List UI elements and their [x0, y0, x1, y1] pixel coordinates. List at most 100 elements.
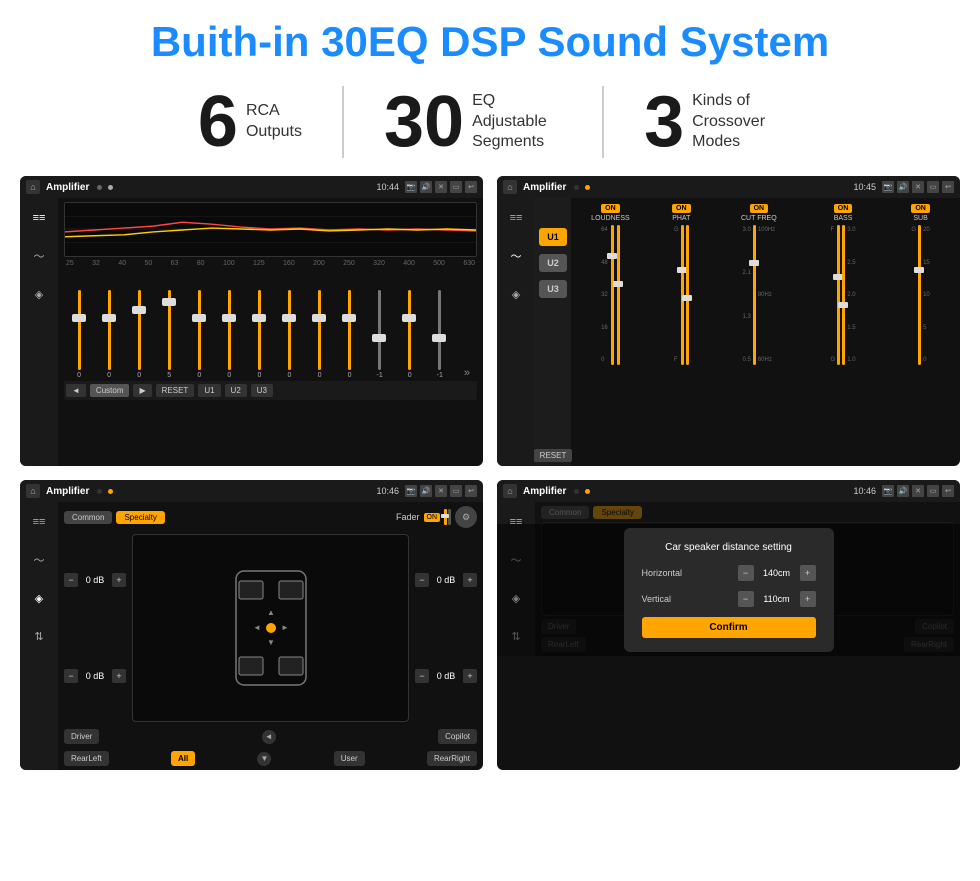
fader-9[interactable]: 0 — [312, 290, 328, 379]
cutfreq-on[interactable]: ON — [750, 204, 769, 213]
topbar-icons-2: 📷 🔊 ✕ ▭ ↩ — [882, 181, 954, 193]
eq-icon-2[interactable]: ≡≡ — [504, 206, 528, 230]
fader-3[interactable]: 0 — [131, 290, 147, 379]
cutfreq-label: CUT FREQ — [741, 215, 777, 222]
crossover-main: ON LOUDNESS 644832160 — [571, 198, 960, 466]
db-minus-rr[interactable]: − — [415, 669, 429, 683]
loudness-on[interactable]: ON — [601, 204, 620, 213]
home-icon-1[interactable]: ⌂ — [26, 180, 40, 194]
db-plus-fl[interactable]: + — [112, 573, 126, 587]
down-arrow-3[interactable]: ▼ — [257, 752, 271, 766]
phat-on[interactable]: ON — [672, 204, 691, 213]
fader-4[interactable]: 5 — [161, 290, 177, 379]
rearleft-btn-3[interactable]: RearLeft — [64, 751, 109, 766]
fader-2[interactable]: 0 — [101, 290, 117, 379]
fader-6[interactable]: 0 — [221, 290, 237, 379]
prev-preset-btn[interactable]: ◄ — [66, 384, 86, 397]
u2-btn[interactable]: U2 — [225, 384, 247, 397]
db-value-rl: 0 dB — [81, 671, 109, 681]
dot-7 — [574, 489, 579, 494]
fader-13[interactable]: -1 — [432, 290, 448, 379]
home-icon-4[interactable]: ⌂ — [503, 484, 517, 498]
sub-on[interactable]: ON — [911, 204, 930, 213]
cutfreq-fader[interactable] — [753, 225, 756, 365]
arrows-icon-3[interactable]: ⇅ — [27, 624, 51, 648]
wave-icon[interactable]: 〜 — [27, 244, 51, 268]
loudness-fader-r[interactable] — [617, 225, 620, 365]
topbar-title-2: Amplifier — [523, 182, 566, 193]
home-icon-3[interactable]: ⌂ — [26, 484, 40, 498]
common-tab-3[interactable]: Common — [64, 511, 112, 524]
back-icon-3: ↩ — [465, 485, 477, 497]
vertical-plus-btn[interactable]: + — [800, 591, 816, 607]
volume-icon-3: 🔊 — [420, 485, 432, 497]
topbar-title-3: Amplifier — [46, 486, 89, 497]
u3-crossover-btn[interactable]: U3 — [539, 280, 567, 298]
copilot-btn-3[interactable]: Copilot — [438, 729, 477, 744]
fader-1[interactable]: 0 — [71, 290, 87, 379]
db-plus-rl[interactable]: + — [112, 669, 126, 683]
u1-crossover-btn[interactable]: U1 — [539, 228, 567, 246]
dot-4 — [585, 185, 590, 190]
fader-on[interactable]: ON — [424, 513, 441, 522]
specialty-tab-3[interactable]: Specialty — [116, 511, 164, 524]
loudness-fader-l[interactable] — [611, 225, 614, 365]
reset-btn-1[interactable]: RESET — [156, 384, 195, 397]
db-minus-fl[interactable]: − — [64, 573, 78, 587]
eq-icon[interactable]: ≡≡ — [27, 206, 51, 230]
horizontal-plus-btn[interactable]: + — [800, 565, 816, 581]
db-minus-fr[interactable]: − — [415, 573, 429, 587]
horizontal-minus-btn[interactable]: − — [738, 565, 754, 581]
db-plus-rr[interactable]: + — [463, 669, 477, 683]
speaker-icon-2[interactable]: ◈ — [504, 282, 528, 306]
user-btn-3[interactable]: User — [334, 751, 365, 766]
fader-10[interactable]: 0 — [342, 290, 358, 379]
all-btn-3[interactable]: All — [171, 751, 195, 766]
close-icon-3: ✕ — [435, 485, 447, 497]
dialog-title: Car speaker distance setting — [642, 542, 816, 553]
fader-11[interactable]: -1 — [372, 290, 388, 379]
left-arrow-3[interactable]: ◄ — [262, 730, 276, 744]
sub-fader[interactable] — [918, 225, 921, 365]
fader-5[interactable]: 0 — [191, 290, 207, 379]
wave-icon-3[interactable]: 〜 — [27, 548, 51, 572]
close-icon-2: ✕ — [912, 181, 924, 193]
bass-fader-l[interactable] — [837, 225, 840, 365]
db-value-rr: 0 dB — [432, 671, 460, 681]
bass-fader-r[interactable] — [842, 225, 845, 365]
fader-label: Fader — [396, 512, 420, 522]
fader-sidebar: ≡≡ 〜 ◈ ⇅ — [20, 502, 58, 770]
eq-icon-3[interactable]: ≡≡ — [27, 510, 51, 534]
home-icon-2[interactable]: ⌂ — [503, 180, 517, 194]
vertical-label: Vertical — [642, 594, 697, 604]
driver-btn-3[interactable]: Driver — [64, 729, 99, 744]
phat-faders: GF — [674, 225, 689, 365]
fader-12[interactable]: 0 — [402, 290, 418, 379]
back-icon-1: ↩ — [465, 181, 477, 193]
dot-1 — [97, 185, 102, 190]
fader-8[interactable]: 0 — [281, 290, 297, 379]
confirm-button[interactable]: Confirm — [642, 617, 816, 638]
topbar-icons-4: 📷 🔊 ✕ ▭ ↩ — [882, 485, 954, 497]
speaker-icon-3[interactable]: ◈ — [27, 586, 51, 610]
next-preset-btn[interactable]: ▶ — [133, 384, 151, 397]
volume-icon-4: 🔊 — [897, 485, 909, 497]
stat-item-eq: 30 EQ AdjustableSegments — [344, 86, 604, 158]
u3-btn[interactable]: U3 — [251, 384, 273, 397]
settings-circle-btn[interactable]: ⚙ — [455, 506, 477, 528]
left-db-controls: − 0 dB + − 0 dB + — [64, 534, 126, 722]
db-minus-rl[interactable]: − — [64, 669, 78, 683]
wave-icon-2[interactable]: 〜 — [504, 244, 528, 268]
rearright-btn-3[interactable]: RearRight — [427, 751, 477, 766]
reset-crossover-btn[interactable]: RESET — [534, 449, 573, 462]
db-control-rl: − 0 dB + — [64, 669, 126, 683]
speaker-icon[interactable]: ◈ — [27, 282, 51, 306]
vertical-minus-btn[interactable]: − — [738, 591, 754, 607]
u1-btn[interactable]: U1 — [198, 384, 220, 397]
stat-text-crossover: Kinds ofCrossover Modes — [692, 91, 782, 153]
phat-fader-r[interactable] — [686, 225, 689, 365]
db-plus-fr[interactable]: + — [463, 573, 477, 587]
bass-on[interactable]: ON — [834, 204, 853, 213]
fader-7[interactable]: 0 — [251, 290, 267, 379]
u2-crossover-btn[interactable]: U2 — [539, 254, 567, 272]
